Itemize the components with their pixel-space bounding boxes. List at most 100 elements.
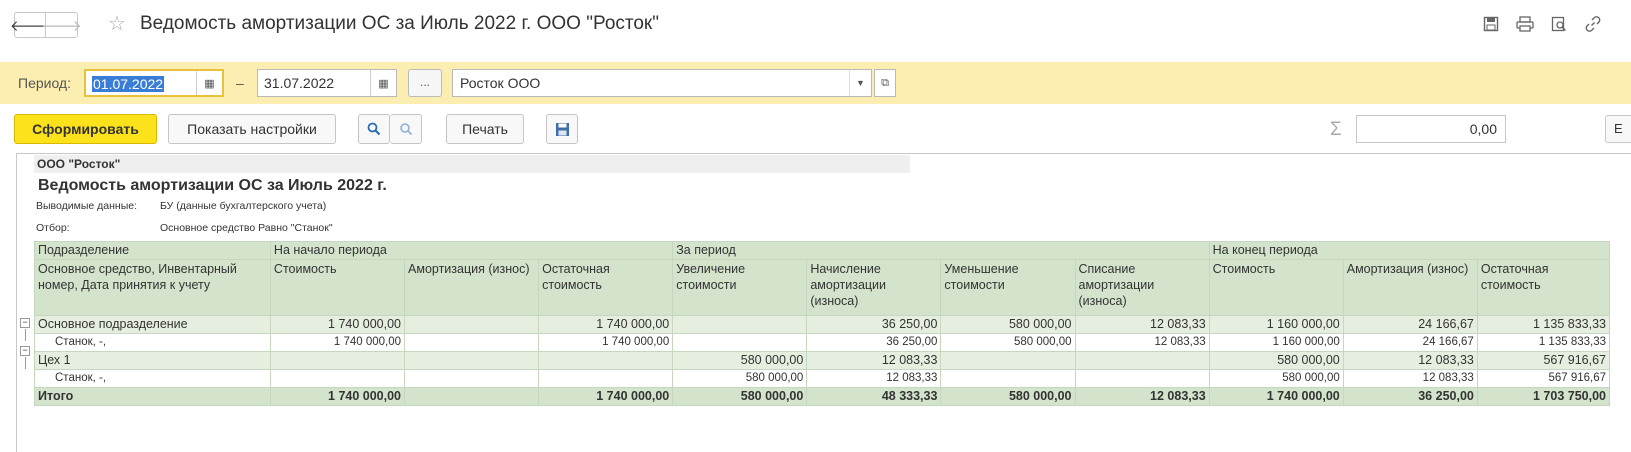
report-table: Подразделение На начало периода За перио… [34, 241, 1611, 406]
table-cell: 1 740 000,00 [269, 333, 406, 352]
table-cell: 12 083,33 [1074, 333, 1210, 352]
open-organization-icon[interactable]: ⧉ [874, 69, 896, 97]
table-cell: 12 083,33 [1074, 315, 1210, 334]
period-to-value: 31.07.2022 [264, 75, 335, 91]
table-cell: 580 000,00 [940, 333, 1076, 352]
column-header: Начисление амортизации (износа) [806, 259, 942, 316]
column-header: Стоимость [269, 259, 406, 316]
table-cell: 1 160 000,00 [1208, 315, 1344, 334]
group-header-start: На начало периода [269, 241, 674, 260]
output-value: БУ (данные бухгалтерского учета) [160, 200, 327, 212]
column-header: Уменьшение стоимости [940, 259, 1076, 316]
search-cancel-icon [399, 123, 412, 136]
tree-line [25, 357, 26, 369]
table-cell: 580 000,00 [672, 387, 808, 406]
table-cell: 580 000,00 [940, 315, 1076, 334]
column-header: Остаточная стоимость [1476, 259, 1611, 316]
group-header-period: За период [672, 241, 1210, 260]
search-cancel-button[interactable] [390, 114, 422, 144]
table-cell: 580 000,00 [672, 369, 808, 388]
table-cell [1074, 369, 1210, 388]
table-cell [404, 315, 540, 334]
report-title: Ведомость амортизации ОС за Июль 2022 г. [38, 177, 387, 194]
tree-line [25, 329, 26, 341]
search-button[interactable] [358, 114, 390, 144]
table-cell: 580 000,00 [672, 351, 808, 370]
collapse-group-icon[interactable]: − [20, 318, 30, 328]
table-row[interactable]: Станок, -, 580 000,00 12 083,33 580 000,… [34, 369, 1611, 388]
period-from-input[interactable]: 01.07.2022 ▦ [84, 69, 224, 97]
table-cell: 567 916,67 [1476, 351, 1611, 370]
favorite-star-icon[interactable]: ☆ [108, 12, 126, 36]
column-header: Списание амортизации (износа) [1074, 259, 1210, 316]
table-cell [269, 351, 406, 370]
column-header: Амортизация (износ) [1342, 259, 1478, 316]
organization-value: Росток ООО [460, 75, 541, 91]
save-icon [555, 122, 569, 136]
table-cell: 1 740 000,00 [269, 387, 406, 406]
period-to-input[interactable]: 31.07.2022 ▦ [257, 69, 397, 97]
link-icon[interactable] [1583, 14, 1603, 34]
filter-value: Основное средство Равно "Станок" [160, 222, 333, 234]
table-cell: 12 083,33 [1074, 387, 1210, 406]
row-label: Станок, -, [34, 369, 271, 388]
collapse-group-icon[interactable]: − [20, 346, 30, 356]
table-cell: 1 740 000,00 [269, 315, 406, 334]
title-toolbar [1481, 14, 1603, 34]
filter-label: Отбор: [36, 222, 70, 234]
table-cell [269, 369, 406, 388]
more-button[interactable]: Е [1605, 115, 1631, 143]
period-label: Период: [18, 75, 71, 91]
table-cell: 12 083,33 [806, 369, 942, 388]
generate-button[interactable]: Сформировать [14, 114, 157, 144]
table-cell: 580 000,00 [1208, 351, 1344, 370]
table-cell [538, 369, 674, 388]
output-label: Выводимые данные: [36, 200, 138, 212]
table-cell [404, 369, 540, 388]
row-label: Основное подразделение [34, 315, 271, 334]
save-icon[interactable] [1481, 14, 1501, 34]
calendar-icon[interactable]: ▦ [370, 70, 396, 96]
calendar-icon[interactable]: ▦ [196, 71, 222, 95]
search-icon [367, 122, 381, 136]
table-cell: 580 000,00 [1208, 369, 1344, 388]
window-title: Ведомость амортизации ОС за Июль 2022 г.… [140, 13, 659, 34]
period-select-button[interactable]: ... [408, 69, 442, 97]
save-button[interactable] [546, 114, 578, 144]
table-cell: 1 135 833,33 [1476, 333, 1611, 352]
print-button[interactable]: Печать [446, 114, 524, 144]
table-row[interactable]: Цех 1 580 000,00 12 083,33 580 000,00 12… [34, 351, 1611, 370]
table-cell [672, 315, 808, 334]
report-org: ООО "Росток" [34, 155, 910, 173]
forward-button[interactable]: 🡒 [41, 12, 82, 38]
table-cell: 1 160 000,00 [1208, 333, 1344, 352]
table-cell: 567 916,67 [1476, 369, 1611, 388]
table-cell [1074, 351, 1210, 370]
chevron-down-icon[interactable]: ▼ [849, 70, 871, 96]
preview-icon[interactable] [1549, 14, 1569, 34]
column-header: Амортизация (износ) [404, 259, 540, 316]
organization-select[interactable]: Росток ООО ▼ [452, 69, 872, 97]
row-label: Станок, -, [34, 333, 271, 352]
total-row[interactable]: Итого 1 740 000,00 1 740 000,00 580 000,… [34, 387, 1611, 406]
table-cell: 1 703 750,00 [1476, 387, 1611, 406]
table-cell [404, 333, 540, 352]
show-settings-button[interactable]: Показать настройки [168, 114, 336, 144]
table-cell [940, 351, 1076, 370]
group-header-end: На конец периода [1208, 241, 1611, 260]
column-header: Увеличение стоимости [672, 259, 808, 316]
row-label: Итого [34, 387, 271, 406]
table-cell: 1 740 000,00 [538, 315, 674, 334]
table-row[interactable]: Основное подразделение 1 740 000,00 1 74… [34, 315, 1611, 334]
table-cell: 24 166,67 [1342, 333, 1478, 352]
table-cell: 36 250,00 [806, 333, 942, 352]
table-cell [538, 351, 674, 370]
period-panel: Период: 01.07.2022 ▦ – 31.07.2022 ▦ ... … [0, 62, 1631, 104]
column-header: Стоимость [1208, 259, 1344, 316]
table-cell: 12 083,33 [806, 351, 942, 370]
table-row[interactable]: Станок, -, 1 740 000,00 1 740 000,00 36 … [34, 333, 1611, 352]
table-cell: 12 083,33 [1342, 351, 1478, 370]
sum-field[interactable]: 0,00 [1356, 115, 1506, 143]
print-icon[interactable] [1515, 14, 1535, 34]
group-header-department: Подразделение [34, 241, 271, 260]
